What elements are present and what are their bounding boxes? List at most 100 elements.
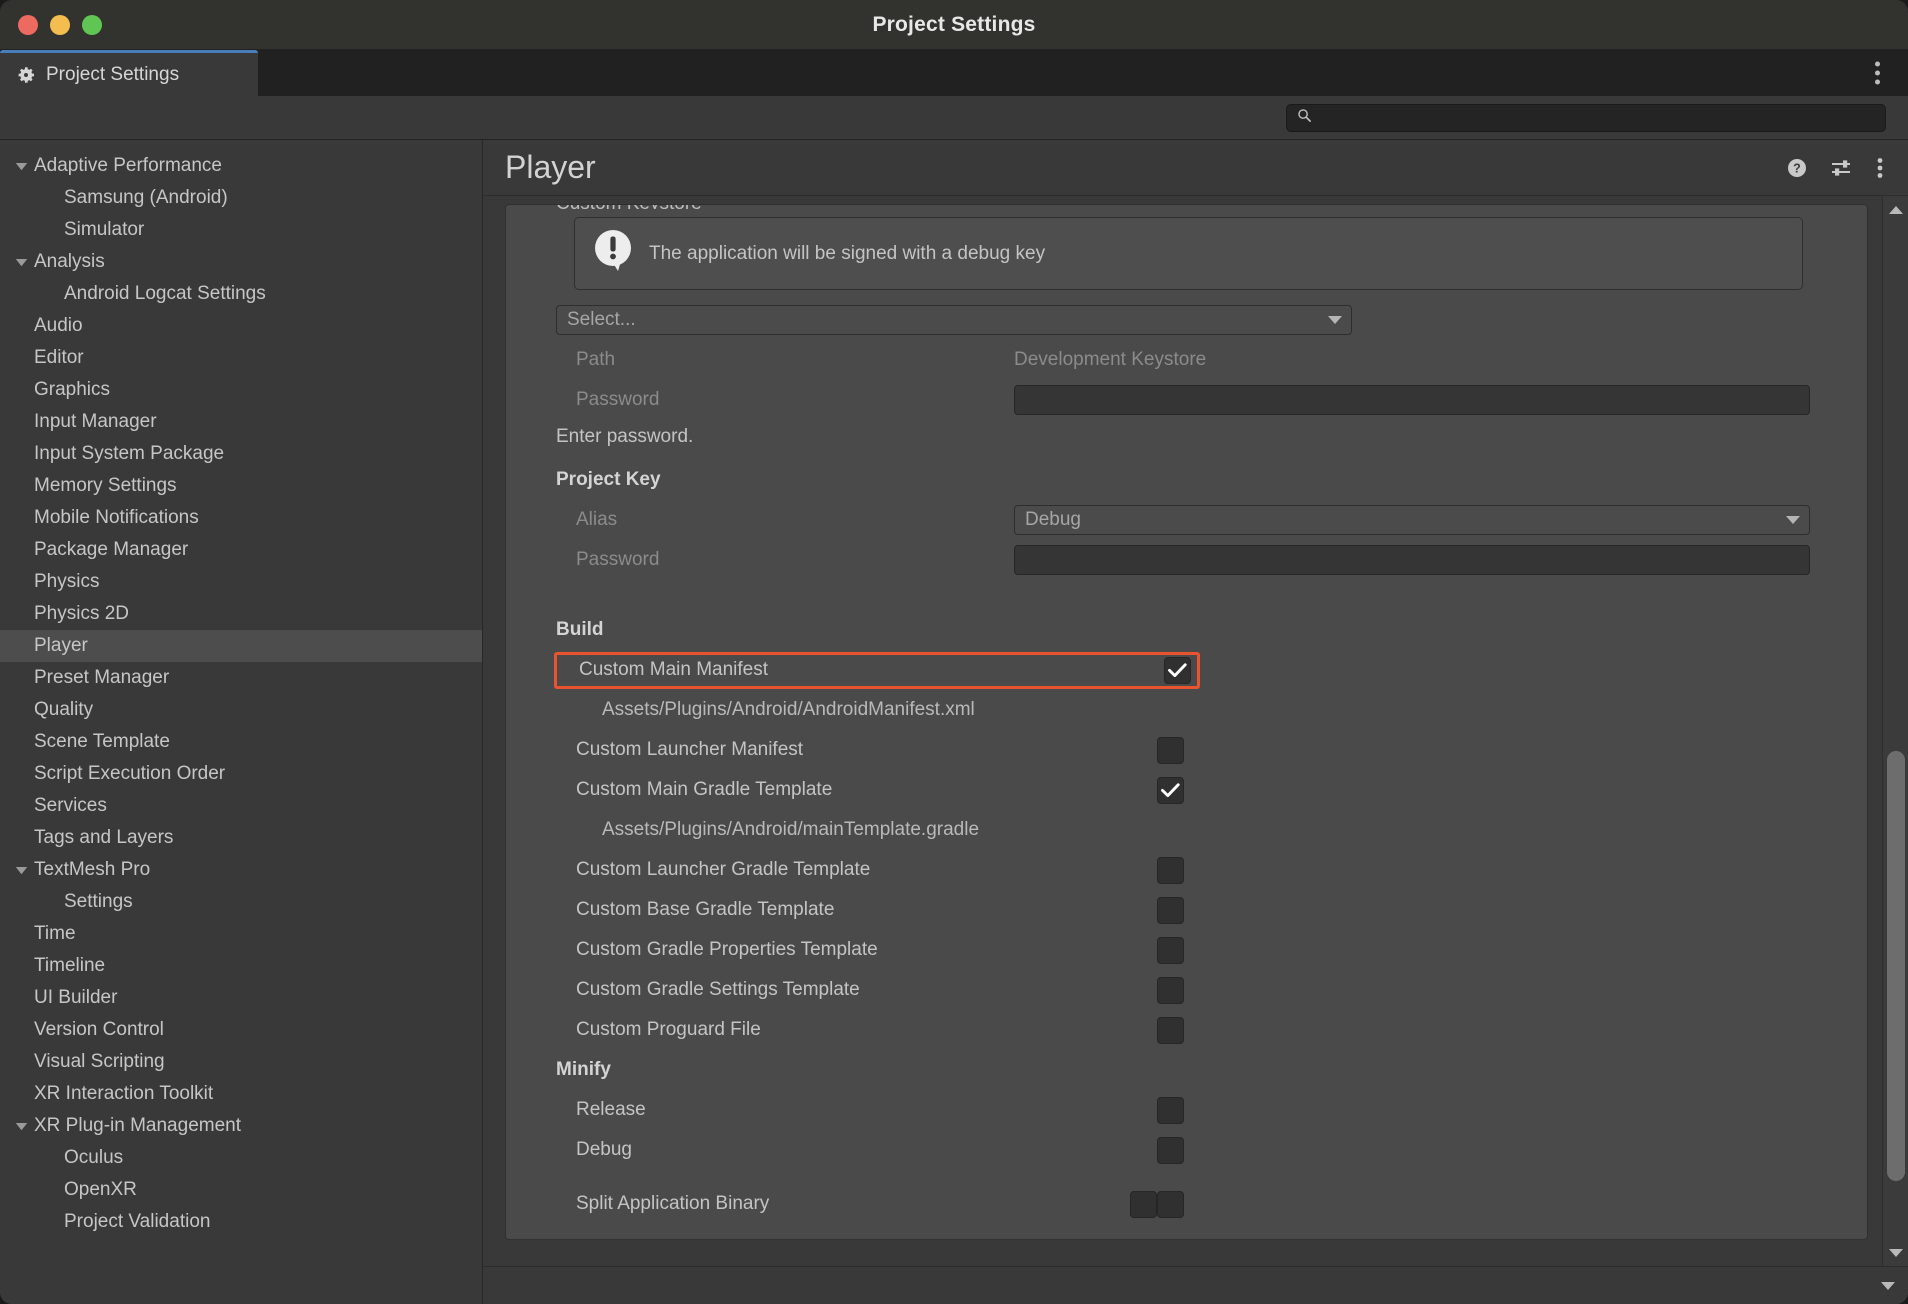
sidebar-item-samsung-android[interactable]: Samsung (Android) (0, 182, 482, 214)
sidebar-item-timeline[interactable]: Timeline (0, 950, 482, 982)
sidebar-item-label: Player (34, 635, 88, 656)
split-binary-checkbox[interactable] (1130, 1190, 1157, 1218)
project-key-alias-dropdown[interactable]: Debug (1014, 505, 1810, 535)
sidebar-item-xr-plug-in-management[interactable]: XR Plug-in Management (0, 1110, 482, 1142)
build-option-checkbox-custom-launcher-gradle-template[interactable] (1157, 856, 1184, 884)
project-key-password-label: Password (576, 549, 660, 570)
sidebar-item-input-manager[interactable]: Input Manager (0, 406, 482, 438)
settings-sliders-icon[interactable] (1830, 157, 1854, 179)
sidebar-item-label: Tags and Layers (34, 827, 174, 848)
chevron-down-icon (1327, 309, 1343, 331)
scroll-up-arrow-icon[interactable] (1888, 200, 1904, 220)
build-option-checkbox-custom-base-gradle-template[interactable] (1157, 896, 1184, 924)
sidebar-item-memory-settings[interactable]: Memory Settings (0, 470, 482, 502)
scrollbar-thumb[interactable] (1887, 751, 1905, 1181)
minify-option-label: Release (576, 1099, 646, 1120)
sidebar-item-preset-manager[interactable]: Preset Manager (0, 662, 482, 694)
sidebar-item-audio[interactable]: Audio (0, 310, 482, 342)
sidebar-item-settings[interactable]: Settings (0, 886, 482, 918)
build-option-checkbox-custom-proguard-file[interactable] (1157, 1016, 1184, 1044)
vertical-scrollbar[interactable] (1882, 196, 1908, 1266)
project-key-password-row: Password (524, 540, 1831, 580)
tab-label: Project Settings (46, 63, 180, 85)
sidebar-item-xr-interaction-toolkit[interactable]: XR Interaction Toolkit (0, 1078, 482, 1110)
build-option-path: Assets/Plugins/Android/mainTemplate.grad… (602, 819, 980, 840)
sidebar-item-openxr[interactable]: OpenXR (0, 1174, 482, 1206)
build-option-checkbox-custom-main-manifest[interactable] (1164, 656, 1191, 684)
bottom-status-bar (483, 1266, 1908, 1304)
scroll-down-arrow-icon[interactable] (1888, 1242, 1904, 1262)
window-body: Adaptive Performance Samsung (Android) Sim… (0, 140, 1908, 1304)
sidebar-item-scene-template[interactable]: Scene Template (0, 726, 482, 758)
sidebar-item-project-validation[interactable]: Project Validation (0, 1206, 482, 1238)
dot (1875, 61, 1880, 67)
sidebar-item-label: Services (34, 795, 107, 816)
gear-icon (16, 65, 36, 85)
tabstrip-overflow-menu-icon[interactable] (1867, 56, 1888, 91)
sidebar-item-analysis[interactable]: Analysis (0, 246, 482, 278)
project-key-password-input[interactable] (1014, 545, 1810, 575)
minify-option-row-debug: Debug (524, 1130, 1831, 1170)
split-binary-checkbox[interactable] (1157, 1190, 1184, 1218)
close-button[interactable] (18, 14, 38, 35)
build-option-area: Custom Base Gradle Template (524, 896, 1184, 924)
minimize-button[interactable] (50, 14, 70, 35)
search-box[interactable] (1286, 103, 1886, 132)
keystore-select-row: Select... (524, 300, 1831, 340)
scroll-down-arrow-icon[interactable] (1874, 1277, 1902, 1295)
scrollbar-track[interactable] (1883, 220, 1908, 1242)
maximize-button[interactable] (82, 14, 102, 35)
build-option-checkbox-custom-launcher-manifest[interactable] (1157, 736, 1184, 764)
sidebar-item-mobile-notifications[interactable]: Mobile Notifications (0, 502, 482, 534)
sidebar-item-textmesh-pro[interactable]: TextMesh Pro (0, 854, 482, 886)
settings-content-area: Custom Keystore (483, 196, 1882, 1266)
vertical-dots-icon[interactable] (1876, 156, 1884, 180)
sidebar-item-ui-builder[interactable]: UI Builder (0, 982, 482, 1014)
sidebar-item-version-control[interactable]: Version Control (0, 1014, 482, 1046)
sidebar-item-physics[interactable]: Physics (0, 566, 482, 598)
search-input[interactable] (1319, 109, 1875, 126)
build-option-checkbox-custom-gradle-properties-template[interactable] (1157, 936, 1184, 964)
sidebar-item-services[interactable]: Services (0, 790, 482, 822)
help-icon[interactable]: ? (1786, 157, 1808, 179)
sidebar-item-adaptive-performance[interactable]: Adaptive Performance (0, 150, 482, 182)
sidebar-item-script-execution-order[interactable]: Script Execution Order (0, 758, 482, 790)
chevron-down-icon (10, 258, 32, 267)
sidebar-item-editor[interactable]: Editor (0, 342, 482, 374)
sidebar-item-label: Preset Manager (34, 667, 170, 688)
tab-project-settings[interactable]: Project Settings (0, 50, 258, 96)
sidebar-item-visual-scripting[interactable]: Visual Scripting (0, 1046, 482, 1078)
panel-header-icons: ? (1786, 156, 1898, 180)
sidebar-item-quality[interactable]: Quality (0, 694, 482, 726)
keystore-select-dropdown[interactable]: Select... (556, 305, 1352, 335)
minify-option-checkbox-debug[interactable] (1157, 1136, 1184, 1164)
minify-option-checkbox-release[interactable] (1157, 1096, 1184, 1124)
build-option-checkbox-custom-gradle-settings-template[interactable] (1157, 976, 1184, 1004)
keystore-password-input[interactable] (1014, 385, 1810, 415)
sidebar-item-input-system-package[interactable]: Input System Package (0, 438, 482, 470)
build-option-label: Custom Gradle Settings Template (576, 979, 860, 1000)
tab-strip: Project Settings (0, 50, 1908, 96)
sidebar-item-android-logcat-settings[interactable]: Android Logcat Settings (0, 278, 482, 310)
sidebar-item-graphics[interactable]: Graphics (0, 374, 482, 406)
main-panel-header: Player ? (483, 140, 1908, 196)
build-option-checkbox-custom-main-gradle-template[interactable] (1157, 776, 1184, 804)
sidebar-item-simulator[interactable]: Simulator (0, 214, 482, 246)
build-option-label: Custom Main Manifest (579, 659, 769, 680)
settings-sidebar[interactable]: Adaptive Performance Samsung (Android) Sim… (0, 140, 483, 1304)
sidebar-item-physics-2d[interactable]: Physics 2D (0, 598, 482, 630)
sidebar-item-label: Adaptive Performance (34, 155, 222, 176)
sidebar-item-oculus[interactable]: Oculus (0, 1142, 482, 1174)
sidebar-item-label: Timeline (34, 955, 106, 976)
project-key-alias-row: Alias Debug (524, 500, 1831, 540)
sidebar-item-tags-and-layers[interactable]: Tags and Layers (0, 822, 482, 854)
sidebar-item-player[interactable]: Player (0, 630, 482, 662)
sidebar-item-time[interactable]: Time (0, 918, 482, 950)
main-scroll-wrapper: Custom Keystore (483, 196, 1908, 1266)
project-key-alias-label: Alias (576, 509, 618, 530)
clipped-row-label: Custom Keystore (556, 205, 702, 209)
project-key-section-label: Project Key (556, 469, 661, 490)
sidebar-item-label: Input Manager (34, 411, 157, 432)
sidebar-item-package-manager[interactable]: Package Manager (0, 534, 482, 566)
sidebar-item-label: UI Builder (34, 987, 118, 1008)
